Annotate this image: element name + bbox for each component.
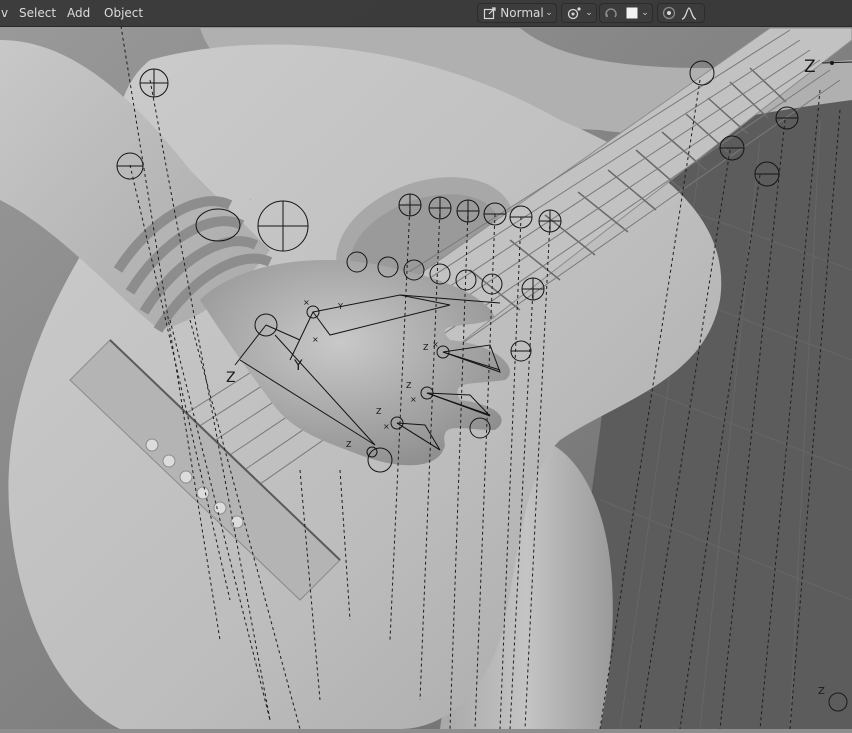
select-menu[interactable]: Select <box>14 4 61 22</box>
proportional-editing-icon[interactable] <box>660 4 678 22</box>
snap-target-icon[interactable] <box>624 4 640 22</box>
snapping-group: ⌄ <box>599 3 653 23</box>
transform-orientation-icon <box>482 4 498 22</box>
view-menu[interactable]: v <box>0 4 13 22</box>
svg-text:Z: Z <box>406 381 412 390</box>
chevron-down-icon: ⌄ <box>545 8 553 18</box>
svg-text:×: × <box>410 395 417 404</box>
object-menu[interactable]: Object <box>99 4 148 22</box>
axis-label-corner-z: Z <box>818 686 825 697</box>
add-menu[interactable]: Add <box>62 4 95 22</box>
svg-text:Z: Z <box>376 407 382 416</box>
chevron-down-icon: ⌄ <box>585 8 593 18</box>
svg-text:×: × <box>312 335 319 344</box>
falloff-curve-icon[interactable] <box>680 4 698 22</box>
viewport-header: v Select Add Object Normal ⌄ ⌄ ⌄ <box>0 0 852 27</box>
orientation-value: Normal <box>500 6 544 20</box>
axis-label-hand-z: Z <box>226 370 236 386</box>
axis-label-hand-y: Y <box>293 358 303 374</box>
svg-text:Z: Z <box>346 440 352 449</box>
chevron-down-icon: ⌄ <box>641 8 649 18</box>
snap-icon[interactable] <box>602 4 620 22</box>
proportional-editing-group <box>657 3 705 23</box>
3d-viewport[interactable]: × Y Z × Z × Z × Z × Y Z Z Z Z <box>0 0 852 730</box>
axis-label-right-z: Z <box>804 57 816 77</box>
svg-text:Y: Y <box>337 302 343 311</box>
svg-text:Z: Z <box>423 343 429 352</box>
svg-text:×: × <box>383 422 390 431</box>
right-axis-dot <box>830 61 834 65</box>
svg-text:×: × <box>303 298 310 307</box>
svg-text:×: × <box>432 340 439 349</box>
pivot-point-icon <box>565 4 583 22</box>
pivot-point-dropdown[interactable]: ⌄ <box>561 3 597 23</box>
transform-orientation-dropdown[interactable]: Normal ⌄ <box>477 3 557 23</box>
